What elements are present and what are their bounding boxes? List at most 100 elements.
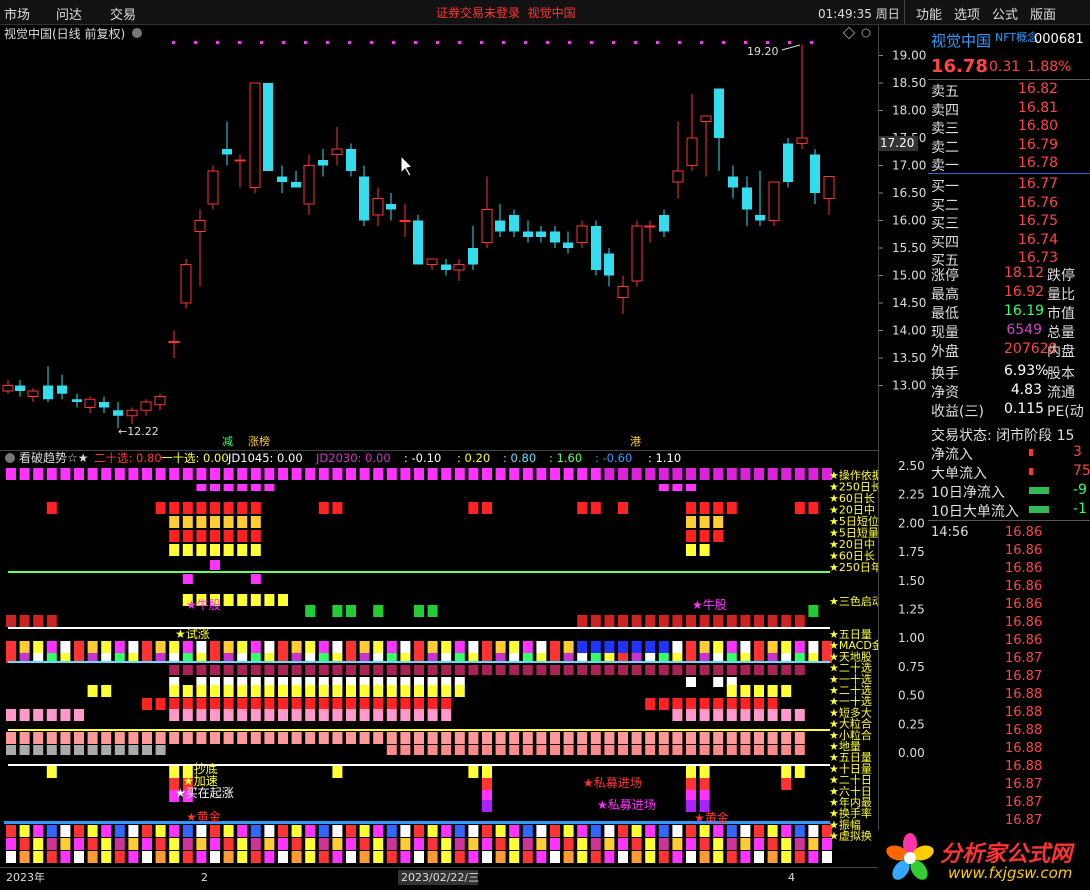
menu-market[interactable]: 市场 [4,4,30,23]
signal-block [332,851,343,863]
tick-price: 16.88 [1005,741,1043,756]
tick-price: 16.87 [1005,795,1043,810]
candle-body [346,149,356,171]
signal-block [169,665,180,675]
signal-block [250,574,261,584]
ask-row[interactable]: 卖四 16.81 [928,100,1090,119]
signal-block [210,851,220,863]
signal-block [155,732,166,744]
signal-block [781,778,792,790]
bid-row[interactable]: 买一 16.77 [928,176,1090,195]
signal-block [400,685,411,697]
ask-row[interactable]: 卖三 16.80 [928,118,1090,137]
signal-block [754,825,764,837]
signal-block [386,468,397,480]
stat-row[interactable]: 涨停 18.12 跌停 [928,265,1090,284]
ask-row[interactable]: 卖五 16.82 [928,81,1090,100]
stat-row[interactable]: 外盘 207628 内盘 [928,341,1090,360]
signal-block [19,468,30,480]
indicator-axis-label: 2.50 [898,459,925,473]
signal-block [332,468,343,480]
signal-block [291,665,302,675]
ask-row[interactable]: 卖二 16.79 [928,137,1090,156]
signal-block [686,641,696,653]
signal-block [713,698,724,710]
stat-row[interactable]: 净资 4.83 流通 [928,382,1090,401]
signal-block [60,468,71,480]
signal-block [250,484,261,491]
chart-area[interactable]: 视觉中国(日线 前复权) 19.20 ←12.22 减 涨榜 港看破趋势☆★ 二十选: 0.… [0,25,883,887]
signal-label: ★牛股 [186,597,221,612]
signal-block [672,615,683,627]
chart-menu-icon [132,28,142,38]
signal-block [332,698,343,710]
signal-block [577,615,588,627]
top-marker [238,41,241,44]
signal-block [645,732,656,744]
signal-block [522,641,533,653]
stat-row[interactable]: 换手 6.93% 股本 [928,363,1090,382]
tick-list[interactable]: 16.86 16.86 16.86 16.86 16.86 16.86 16.86 16.87… [928,525,1090,835]
flow-row[interactable]: 10日净流入 -9 [928,482,1090,501]
signal-block [699,468,710,480]
flow-row[interactable]: 10日大单流入 -1 [928,501,1090,520]
stat-row[interactable]: 最低 16.19 市值 [928,303,1090,322]
signal-block [400,641,411,653]
menu-wenda[interactable]: 问达 [56,4,82,23]
bid-row[interactable]: 买三 16.75 [928,213,1090,232]
signal-block [278,594,288,606]
signal-block [373,838,384,850]
signal-block [699,665,710,675]
top-marker [700,41,703,44]
signal-block [19,641,30,653]
indicator-param: : 1.60 [549,451,582,465]
signal-block [278,641,288,653]
stock-tag[interactable]: NFT概念 [995,29,1038,45]
signal-block [264,851,275,863]
signal-block [686,677,696,687]
ask-row[interactable]: 卖一 16.78 [928,155,1090,174]
menu-function[interactable]: 功能 [916,4,942,23]
signal-block [618,615,628,627]
candle-body [194,220,206,232]
signal-block [767,685,778,697]
flow-row[interactable]: 净流入 3 [928,444,1090,463]
signal-block [482,641,492,653]
flow-row[interactable]: 大单流入 75 [928,463,1090,482]
bid-row[interactable]: 买二 16.76 [928,195,1090,214]
signal-block [441,732,452,744]
signal-block [699,732,710,744]
signal-block [699,516,710,528]
stat-row[interactable]: 最高 16.92 量比 [928,284,1090,303]
kline-chart[interactable]: 视觉中国(日线 前复权) 19.20 ←12.22 减 涨榜 港看破趋势☆★ 二十选: 0.… [0,25,883,887]
top-marker [634,41,637,44]
login-notice[interactable]: 证券交易未登录 视觉中国 [436,4,576,21]
signal-block [359,838,370,850]
signal-block [699,778,710,790]
signal-block [60,732,71,744]
signal-block [767,709,778,721]
stat-row[interactable]: 现量 6549 总量 [928,322,1090,341]
menu-trade[interactable]: 交易 [110,4,136,23]
signal-block [400,468,411,480]
menu-options[interactable]: 选项 [954,4,980,23]
signal-block [278,468,288,480]
signal-block [182,732,193,744]
signal-block [767,838,778,850]
signal-block [522,468,533,480]
price-change: 0.31 [989,59,1021,75]
bid-row[interactable]: 买四 16.74 [928,232,1090,251]
signal-block [604,732,615,744]
signal-block [441,825,452,837]
signal-block [237,685,248,697]
candle-body [604,253,614,276]
stat-row[interactable]: 收益(三) 0.115 PE(动 [928,401,1090,420]
menu-layout[interactable]: 版面 [1030,4,1056,23]
row-label: 外盘 [931,344,959,360]
signal-block [740,698,751,710]
signal-block [509,838,520,850]
signal-block [6,709,16,721]
menu-formula[interactable]: 公式 [992,4,1018,23]
signal-block [740,838,751,850]
signal-block [46,615,57,627]
